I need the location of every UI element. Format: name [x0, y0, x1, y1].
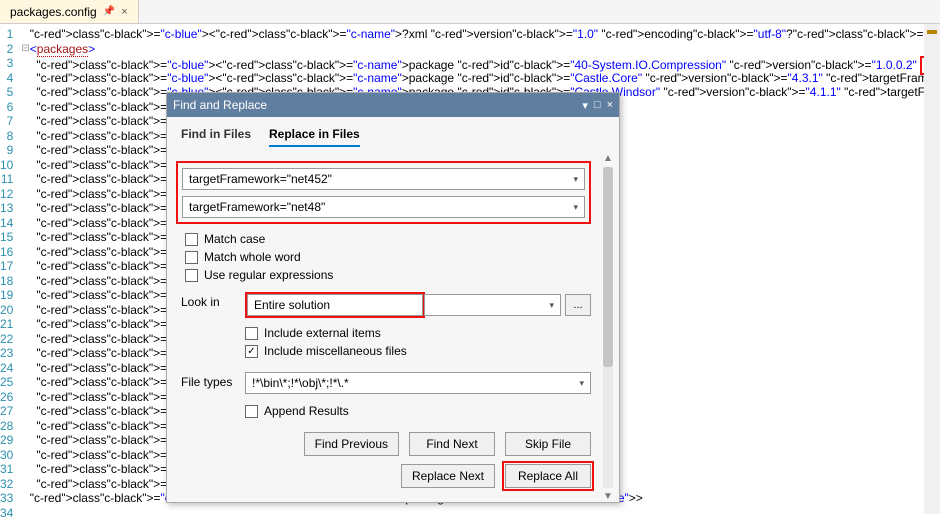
document-tab-active[interactable]: packages.config 📌 × — [0, 0, 139, 23]
lookin-label: Look in — [181, 292, 237, 309]
whole-word-label: Match whole word — [204, 250, 301, 264]
scroll-up-icon[interactable]: ▲ — [599, 153, 617, 164]
pin-icon[interactable]: 📌 — [103, 6, 115, 17]
regex-label: Use regular expressions — [204, 268, 333, 282]
find-input[interactable]: targetFramework="net452" ▾ — [182, 168, 585, 190]
include-misc-label: Include miscellaneous files — [264, 344, 407, 358]
skip-file-button[interactable]: Skip File — [505, 432, 591, 456]
dialog-tabs: Find in Files Replace in Files — [167, 117, 619, 153]
replace-value: targetFramework="net48" — [189, 200, 325, 214]
include-external-checkbox[interactable] — [245, 327, 258, 340]
match-case-checkbox[interactable] — [185, 233, 198, 246]
browse-button[interactable]: ... — [565, 294, 591, 316]
replace-all-button[interactable]: Replace All — [505, 464, 591, 488]
match-case-label: Match case — [204, 232, 265, 246]
find-value: targetFramework="net452" — [189, 172, 332, 186]
search-inputs-highlight: targetFramework="net452" ▾ targetFramewo… — [176, 161, 591, 224]
scroll-overview[interactable] — [924, 24, 940, 514]
append-results-label: Append Results — [264, 404, 349, 418]
include-external-label: Include external items — [264, 326, 381, 340]
filetypes-label: File types — [181, 372, 237, 389]
find-replace-dialog: Find and Replace ▾ □ × Find in Files Rep… — [166, 92, 620, 503]
lookin-combo[interactable]: Entire solution — [247, 294, 423, 316]
include-misc-checkbox[interactable]: ✓ — [245, 345, 258, 358]
fold-gutter: ⊟ — [21, 24, 29, 514]
document-tabbar: packages.config 📌 × — [0, 0, 940, 24]
whole-word-checkbox[interactable] — [185, 251, 198, 264]
dialog-scrollbar[interactable]: ▲ ▼ — [599, 153, 617, 502]
dropdown-icon[interactable]: ▾ — [582, 99, 588, 112]
filetypes-input[interactable]: !*\bin\*;!*\obj\*;!*\.* ▾ — [245, 372, 591, 394]
close-icon[interactable]: × — [607, 99, 613, 112]
scroll-down-icon[interactable]: ▼ — [599, 491, 617, 502]
lookin-combo-extend[interactable]: ▾ — [424, 294, 561, 316]
find-previous-button[interactable]: Find Previous — [304, 432, 399, 456]
tab-replace-in-files[interactable]: Replace in Files — [269, 127, 360, 147]
dialog-titlebar[interactable]: Find and Replace ▾ □ × — [167, 93, 619, 117]
replace-input[interactable]: targetFramework="net48" ▾ — [182, 196, 585, 218]
tab-find-in-files[interactable]: Find in Files — [181, 127, 251, 147]
lookin-highlight: Entire solution — [245, 292, 425, 318]
replace-next-button[interactable]: Replace Next — [401, 464, 495, 488]
scroll-thumb[interactable] — [603, 167, 613, 367]
chevron-down-icon[interactable]: ▾ — [579, 378, 584, 389]
chevron-down-icon[interactable]: ▾ — [573, 174, 578, 185]
chevron-down-icon[interactable]: ▾ — [549, 300, 554, 311]
regex-checkbox[interactable] — [185, 269, 198, 282]
filetypes-value: !*\bin\*;!*\obj\*;!*\.* — [252, 376, 349, 390]
lookin-value: Entire solution — [254, 298, 330, 312]
close-icon[interactable]: × — [121, 6, 127, 18]
find-next-button[interactable]: Find Next — [409, 432, 495, 456]
chevron-down-icon[interactable]: ▾ — [573, 202, 578, 213]
tab-title: packages.config — [10, 5, 97, 19]
dialog-title: Find and Replace — [173, 98, 267, 112]
line-number-gutter: 1234567891011121314151617181920212223242… — [0, 24, 21, 514]
append-results-checkbox[interactable] — [245, 405, 258, 418]
maximize-icon[interactable]: □ — [594, 99, 601, 112]
